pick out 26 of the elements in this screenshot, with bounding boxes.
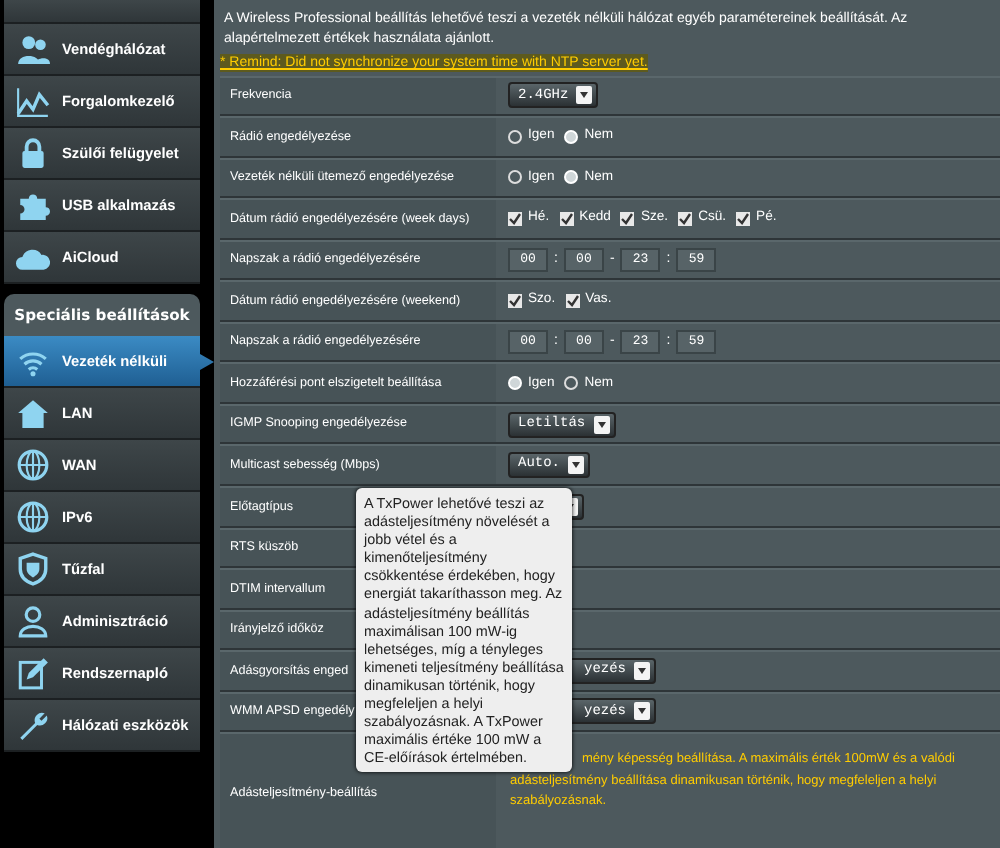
dropdown-arrow-icon [634, 661, 651, 680]
checkbox[interactable] [620, 211, 635, 226]
pencil-icon [16, 656, 50, 690]
person-icon [16, 604, 50, 638]
lock-icon [16, 136, 50, 170]
chart-icon [16, 84, 50, 118]
shield-icon [16, 552, 50, 586]
checkbox[interactable] [559, 211, 574, 226]
dropdown-arrow-icon [576, 86, 593, 105]
checkbox[interactable] [678, 211, 693, 226]
checkbox[interactable] [736, 211, 751, 226]
checkbox[interactable] [508, 211, 522, 226]
checkbox[interactable] [508, 294, 522, 308]
dropdown-arrow-icon [568, 456, 585, 475]
house-icon [16, 396, 50, 430]
globe-icon [16, 500, 50, 534]
wrench-icon [16, 708, 50, 742]
radio-button[interactable] [564, 376, 579, 391]
checkbox[interactable] [565, 294, 580, 308]
radio-button[interactable] [508, 170, 522, 185]
radio-button[interactable] [508, 129, 522, 144]
people-icon [16, 32, 50, 66]
dropdown-arrow-icon [593, 415, 610, 434]
dropdown-arrow-icon [634, 702, 651, 721]
puzzle-icon [16, 188, 50, 222]
globe-icon [16, 448, 50, 482]
